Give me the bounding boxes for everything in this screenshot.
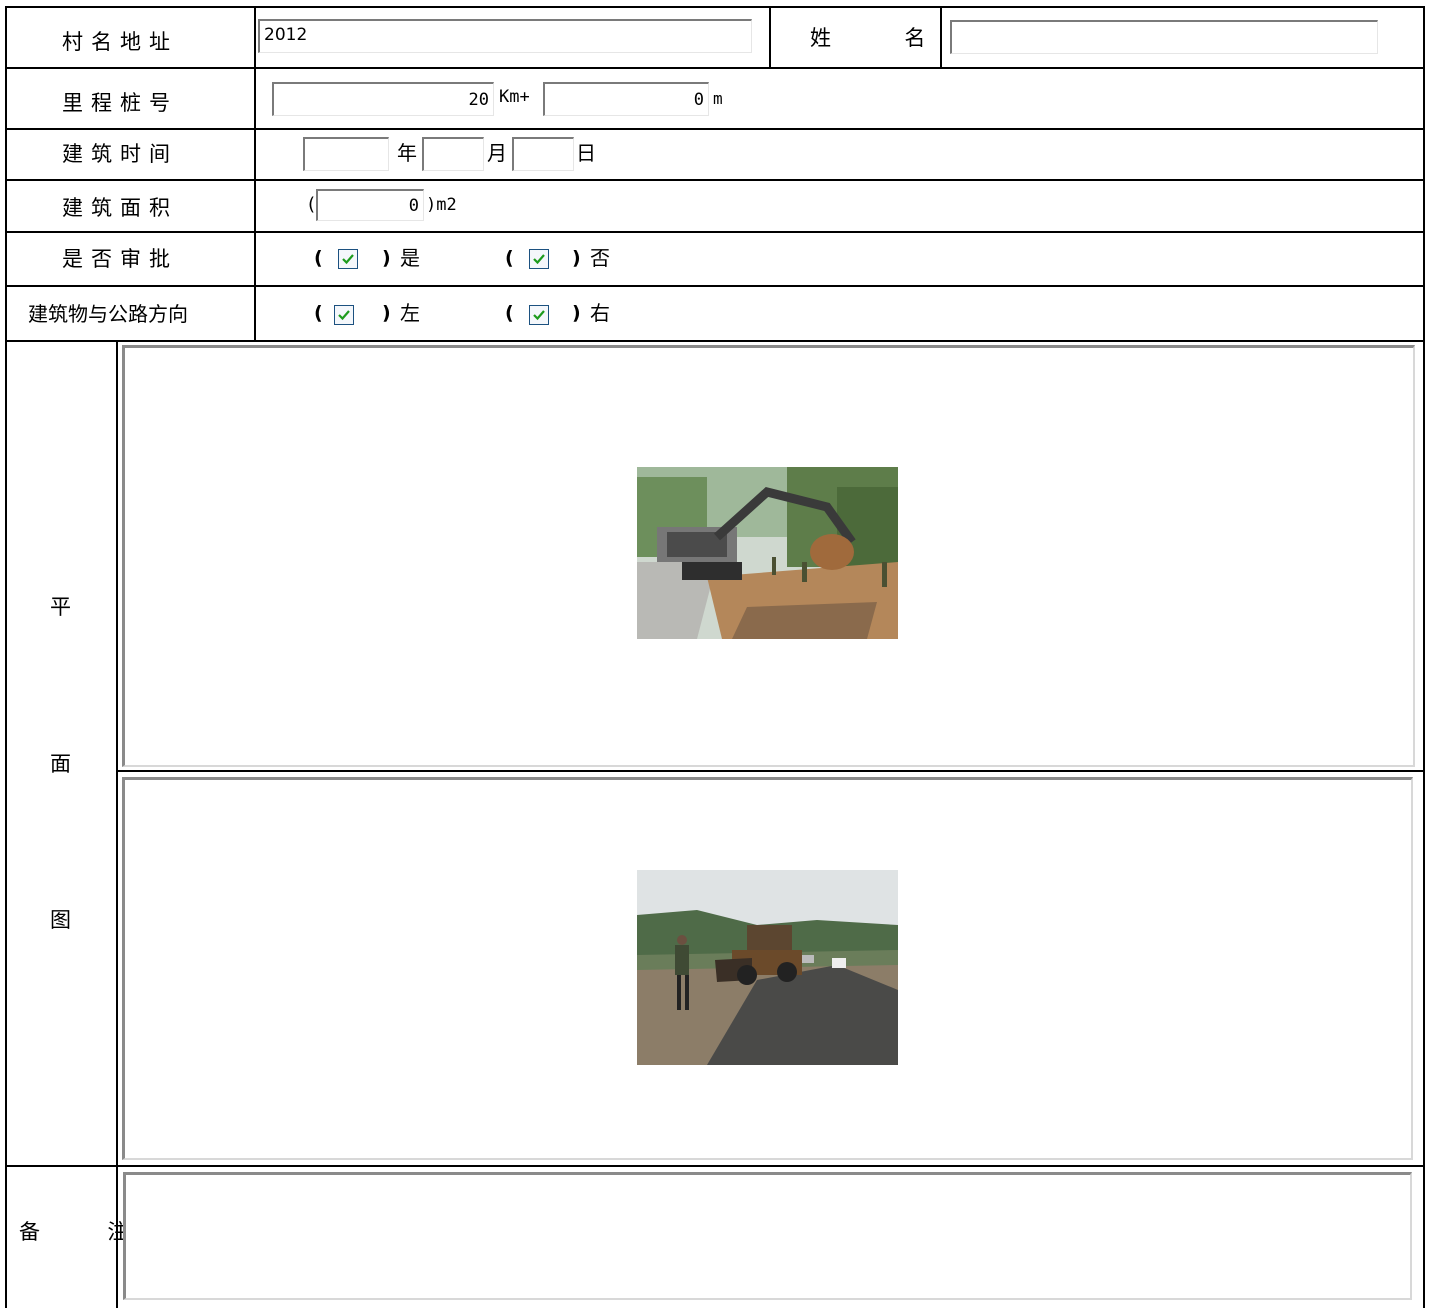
row-divider	[5, 179, 1425, 181]
name-label: 姓 名	[810, 26, 946, 50]
approval-label: 是否审批	[62, 247, 178, 271]
village-address-input[interactable]: 2012	[258, 19, 752, 53]
row-divider	[5, 285, 1425, 287]
remark-textarea[interactable]	[123, 1172, 1412, 1300]
area-unit: )m2	[426, 195, 457, 215]
plan-photo-excavator	[637, 467, 898, 639]
row-divider	[5, 231, 1425, 233]
day-unit: 日	[576, 141, 596, 165]
direction-left-close-paren: )	[382, 302, 391, 324]
direction-left-open-paren: (	[314, 302, 323, 324]
plan-label-char-2: 面	[50, 752, 71, 776]
mileage-km-unit: Km+	[499, 87, 530, 107]
column-divider	[769, 6, 771, 69]
area-input[interactable]: 0	[316, 189, 424, 221]
approval-no-close-paren: )	[572, 247, 581, 269]
year-unit: 年	[397, 141, 417, 165]
direction-label: 建筑物与公路方向	[28, 302, 188, 326]
row-divider	[5, 340, 1425, 342]
check-icon	[533, 254, 545, 265]
plan-label-char-3: 图	[50, 908, 71, 932]
plan-divider	[117, 770, 1425, 772]
approval-yes-open-paren: (	[314, 247, 323, 269]
approval-yes-label: 是	[400, 246, 420, 270]
direction-right-checkbox[interactable]	[529, 305, 549, 325]
direction-left-checkbox[interactable]	[334, 305, 354, 325]
direction-left-label: 左	[400, 301, 420, 325]
plan-photo-loader	[637, 870, 898, 1065]
mileage-m-unit: m	[713, 89, 723, 108]
table-border-right	[1423, 6, 1425, 1308]
label-column-divider	[254, 6, 256, 342]
area-open-paren: (	[308, 194, 316, 215]
village-address-label: 村名地址	[62, 30, 178, 54]
direction-right-label: 右	[590, 301, 610, 325]
year-input[interactable]	[303, 137, 389, 171]
approval-no-checkbox[interactable]	[529, 249, 549, 269]
direction-right-open-paren: (	[505, 302, 514, 324]
approval-no-open-paren: (	[505, 247, 514, 269]
day-input[interactable]	[512, 137, 574, 171]
month-input[interactable]	[422, 137, 484, 171]
row-divider	[5, 128, 1425, 130]
approval-yes-close-paren: )	[382, 247, 391, 269]
mileage-km-input[interactable]: 20	[272, 82, 494, 116]
table-border-left	[5, 6, 7, 1308]
plan-label-divider	[116, 340, 118, 1308]
plan-label-char-1: 平	[50, 595, 71, 619]
table-border-top	[5, 6, 1425, 8]
check-icon	[342, 254, 354, 265]
mileage-label: 里程桩号	[62, 91, 178, 115]
direction-right-close-paren: )	[572, 302, 581, 324]
check-icon	[338, 310, 350, 321]
area-label: 建筑面积	[62, 196, 178, 220]
row-divider	[5, 67, 1425, 69]
build-time-label: 建筑时间	[62, 142, 178, 166]
check-icon	[533, 310, 545, 321]
approval-no-label: 否	[590, 246, 610, 270]
approval-yes-checkbox[interactable]	[338, 249, 358, 269]
name-input[interactable]	[950, 20, 1378, 54]
mileage-m-input[interactable]: 0	[543, 82, 709, 116]
row-divider	[5, 1165, 1425, 1167]
month-unit: 月	[487, 141, 507, 165]
